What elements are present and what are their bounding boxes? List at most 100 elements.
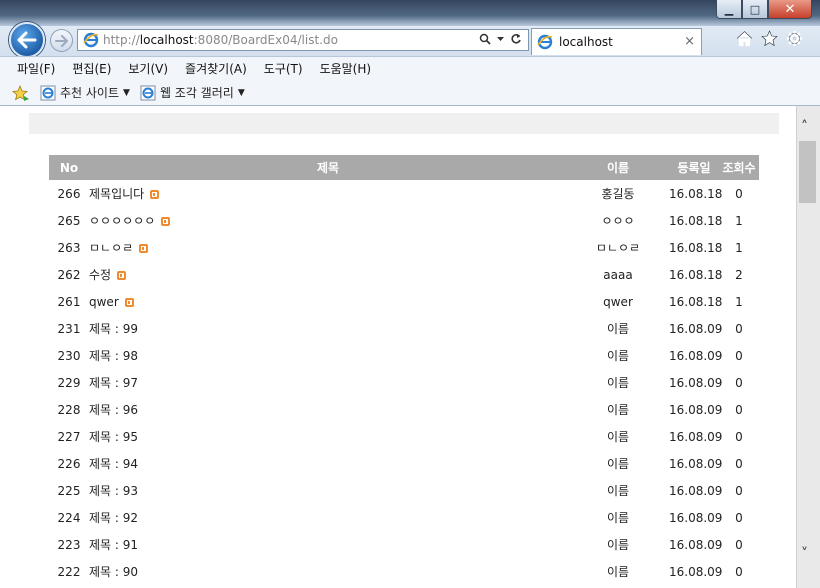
post-date: 16.08.09 xyxy=(669,375,723,390)
new-post-icon xyxy=(150,190,160,199)
table-row[interactable]: 226 제목 : 94 이름 16.08.09 0 xyxy=(49,450,759,477)
post-title-link[interactable]: 제목 : 96 xyxy=(89,403,138,417)
post-hits: 0 xyxy=(735,510,743,525)
post-title-link[interactable]: 제목 : 98 xyxy=(89,349,138,363)
suggested-sites-label: 추천 사이트 xyxy=(60,86,120,100)
add-favorites-button[interactable] xyxy=(12,84,30,101)
table-row[interactable]: 227 제목 : 95 이름 16.08.09 0 xyxy=(49,423,759,450)
forward-arrow-icon xyxy=(54,34,68,47)
refresh-icon[interactable] xyxy=(510,33,522,45)
post-title-link[interactable]: 제목 : 97 xyxy=(89,376,138,390)
post-date: 16.08.09 xyxy=(669,510,723,525)
table-row[interactable]: 224 제목 : 92 이름 16.08.09 0 xyxy=(49,504,759,531)
table-row[interactable]: 228 제목 : 96 이름 16.08.09 0 xyxy=(49,396,759,423)
vertical-scrollbar[interactable]: ˄ ˅ xyxy=(796,106,820,588)
post-writer: 이름 xyxy=(606,322,630,336)
post-date: 16.08.18 xyxy=(669,294,723,309)
scroll-up-icon[interactable]: ˄ xyxy=(801,119,808,135)
search-icon[interactable] xyxy=(479,33,491,45)
post-number: 262 xyxy=(57,267,81,282)
suggested-sites-link[interactable]: 추천 사이트 ▼ xyxy=(40,84,130,101)
web-slice-gallery-link[interactable]: 웹 조각 갤러리 ▼ xyxy=(140,84,245,101)
menu-edit[interactable]: 편집(E) xyxy=(72,60,111,77)
post-hits: 1 xyxy=(735,213,743,228)
forward-button[interactable] xyxy=(50,29,73,52)
ie-logo-icon xyxy=(140,85,156,100)
post-title-link[interactable]: 수정 xyxy=(89,268,111,282)
post-number: 226 xyxy=(57,456,81,471)
chevron-down-icon: ▼ xyxy=(123,87,130,98)
post-writer: 이름 xyxy=(606,457,630,471)
post-title-cell: 제목 : 98 xyxy=(89,342,567,369)
post-number: 228 xyxy=(57,402,81,417)
favorites-star-icon[interactable] xyxy=(761,30,778,47)
post-title-link[interactable]: qwer xyxy=(89,295,119,309)
table-row[interactable]: 262 수정 aaaa 16.08.18 2 xyxy=(49,261,759,288)
table-row[interactable]: 263 ㅁㄴㅇㄹ ㅁㄴㅇㄹ 16.08.18 1 xyxy=(49,234,759,261)
close-icon: ✕ xyxy=(784,1,796,17)
address-bar[interactable]: http://localhost:8080/BoardEx04/list.do xyxy=(77,29,529,51)
post-title-link[interactable]: ㅇㅇㅇㅇㅇㅇ xyxy=(89,214,155,228)
post-title-link[interactable]: 제목 : 99 xyxy=(89,322,138,336)
menu-view[interactable]: 보기(V) xyxy=(128,60,168,77)
table-row[interactable]: 230 제목 : 98 이름 16.08.09 0 xyxy=(49,342,759,369)
url-host: localhost xyxy=(139,33,194,47)
post-writer: 이름 xyxy=(606,538,630,552)
table-row[interactable]: 223 제목 : 91 이름 16.08.09 0 xyxy=(49,531,759,558)
browser-tab[interactable]: localhost × xyxy=(531,28,702,55)
table-row[interactable]: 231 제목 : 99 이름 16.08.09 0 xyxy=(49,315,759,342)
post-hits: 1 xyxy=(735,294,743,309)
close-window-button[interactable]: ✕ xyxy=(768,0,812,19)
post-title-link[interactable]: 제목 : 93 xyxy=(89,484,138,498)
post-title-cell: 제목 : 97 xyxy=(89,369,567,396)
menu-file[interactable]: 파일(F) xyxy=(17,60,55,77)
post-title-cell: 제목 : 92 xyxy=(89,504,567,531)
tab-close-button[interactable]: × xyxy=(684,34,695,49)
post-title-link[interactable]: 제목 : 95 xyxy=(89,430,138,444)
table-row[interactable]: 229 제목 : 97 이름 16.08.09 0 xyxy=(49,369,759,396)
post-title-link[interactable]: ㅁㄴㅇㄹ xyxy=(89,241,133,255)
menu-tools[interactable]: 도구(T) xyxy=(264,60,303,77)
post-title-link[interactable]: 제목 : 92 xyxy=(89,511,138,525)
post-title-link[interactable]: 제목 : 91 xyxy=(89,538,138,552)
post-title-link[interactable]: 제목 : 94 xyxy=(89,457,138,471)
post-hits: 0 xyxy=(735,429,743,444)
post-hits: 2 xyxy=(735,267,743,282)
post-writer: 이름 xyxy=(606,565,630,579)
url-text[interactable]: http://localhost:8080/BoardEx04/list.do xyxy=(103,33,338,47)
settings-gear-icon[interactable] xyxy=(786,30,803,47)
table-row[interactable]: 222 제목 : 90 이름 16.08.09 0 xyxy=(49,558,759,585)
add-favorites-icon xyxy=(12,84,29,101)
back-button[interactable] xyxy=(9,22,45,58)
post-date: 16.08.18 xyxy=(669,186,723,201)
post-number: 224 xyxy=(57,510,81,525)
menu-favorites[interactable]: 즐겨찾기(A) xyxy=(185,60,247,77)
post-title-cell: ㅁㄴㅇㄹ xyxy=(89,234,567,261)
table-row[interactable]: 265 ㅇㅇㅇㅇㅇㅇ ㅇㅇㅇ 16.08.18 1 xyxy=(49,207,759,234)
search-dropdown-icon[interactable] xyxy=(497,36,504,42)
table-row[interactable]: 261 qwer qwer 16.08.18 1 xyxy=(49,288,759,315)
ie-logo-icon xyxy=(40,85,56,100)
minimize-button[interactable]: ▁ xyxy=(716,0,742,19)
post-number: 261 xyxy=(57,294,81,309)
favorites-bar: 추천 사이트 ▼ 웹 조각 갤러리 ▼ xyxy=(0,80,820,106)
table-row[interactable]: 266 제목입니다 홍길동 16.08.18 0 xyxy=(49,180,759,207)
post-date: 16.08.18 xyxy=(669,267,723,282)
maximize-button[interactable]: □ xyxy=(742,0,768,19)
post-title-cell: 제목 : 93 xyxy=(89,477,567,504)
scrollbar-thumb[interactable] xyxy=(799,141,816,203)
address-tools xyxy=(479,33,522,45)
column-header-title: 제목 xyxy=(89,155,567,180)
post-writer: 이름 xyxy=(606,484,630,498)
home-icon[interactable] xyxy=(736,30,753,47)
maximize-icon: □ xyxy=(749,2,761,16)
table-row[interactable]: 225 제목 : 93 이름 16.08.09 0 xyxy=(49,477,759,504)
menu-help[interactable]: 도움말(H) xyxy=(320,60,372,77)
scroll-down-icon[interactable]: ˅ xyxy=(801,546,808,562)
table-header-row: No 제목 이름 등록일 조회수 xyxy=(49,155,759,180)
post-title-link[interactable]: 제목 : 90 xyxy=(89,565,138,579)
post-writer: ㅁㄴㅇㄹ xyxy=(595,241,641,255)
post-title-cell: 제목 : 90 xyxy=(89,558,567,585)
post-date: 16.08.09 xyxy=(669,321,723,336)
post-title-link[interactable]: 제목입니다 xyxy=(89,187,144,201)
